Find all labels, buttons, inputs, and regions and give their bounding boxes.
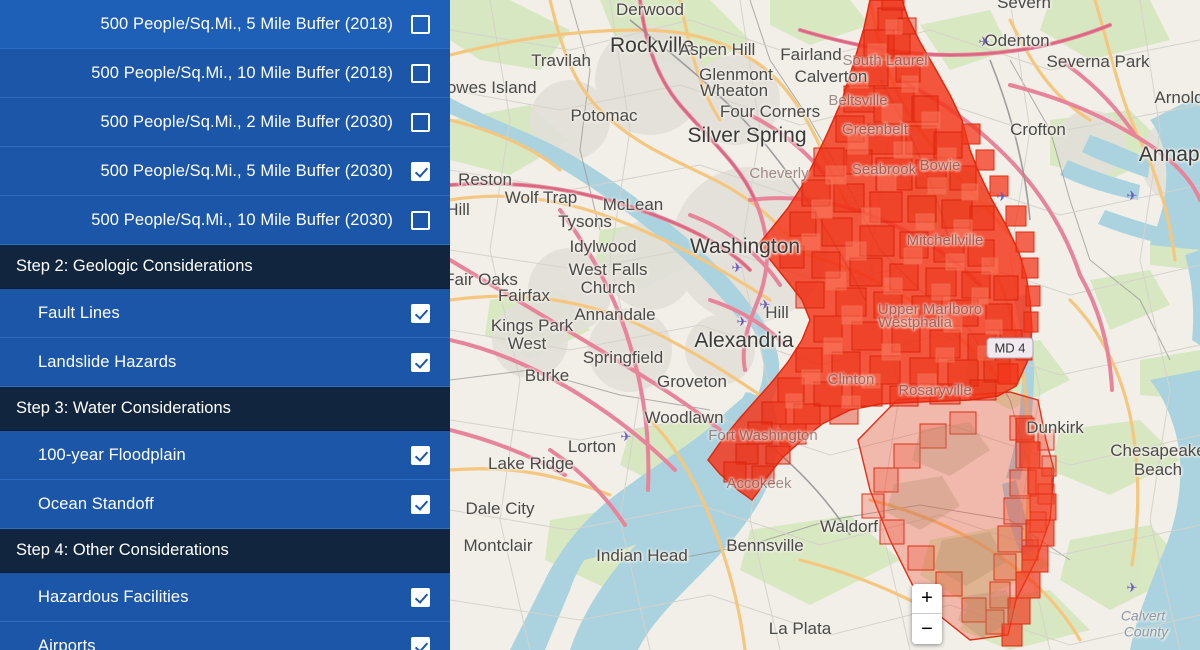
layer-label: Fault Lines: [38, 303, 120, 322]
layer-label: Landslide Hazards: [38, 352, 177, 371]
layer-500-2mi-2030[interactable]: 500 People/Sq.Mi., 2 Mile Buffer (2030): [0, 98, 450, 147]
layer-label: 500 People/Sq.Mi., 10 Mile Buffer (2030): [91, 210, 393, 229]
checkbox-unchecked[interactable]: [411, 210, 430, 230]
layer-500-10mi-2030[interactable]: 500 People/Sq.Mi., 10 Mile Buffer (2030): [0, 196, 450, 245]
zoom-out-button[interactable]: −: [912, 614, 942, 644]
section-header-step4: Step 4: Other Considerations: [0, 529, 450, 573]
layer-label: 500 People/Sq.Mi., 2 Mile Buffer (2030): [100, 112, 393, 131]
basemap-graphics: [450, 0, 1200, 650]
map-canvas[interactable]: Derwood Rockville Aspen Hill Fairland Severn…: [450, 0, 1200, 650]
layer-landslide-hazards[interactable]: Landslide Hazards: [0, 338, 450, 387]
layer-ocean-standoff[interactable]: Ocean Standoff: [0, 480, 450, 529]
application-root: 500 People/Sq.Mi., 5 Mile Buffer (2018) 5…: [0, 0, 1200, 650]
checkbox-checked[interactable]: [411, 494, 430, 514]
layer-500-10mi-2018[interactable]: 500 People/Sq.Mi., 10 Mile Buffer (2018): [0, 49, 450, 98]
layer-airports[interactable]: Airports: [0, 622, 450, 650]
layer-500-5mi-2018[interactable]: 500 People/Sq.Mi., 5 Mile Buffer (2018): [0, 0, 450, 49]
section-header-label: Step 3: Water Considerations: [16, 399, 231, 417]
layer-label: 500 People/Sq.Mi., 10 Mile Buffer (2018): [91, 63, 393, 82]
highway-shield: MD 4: [986, 337, 1034, 359]
layer-fault-lines[interactable]: Fault Lines: [0, 289, 450, 338]
checkbox-unchecked[interactable]: [411, 14, 430, 34]
checkbox-checked[interactable]: [411, 352, 430, 372]
checkbox-unchecked[interactable]: [411, 63, 430, 83]
layer-label: Airports: [38, 636, 96, 650]
section-header-step3: Step 3: Water Considerations: [0, 387, 450, 431]
checkbox-checked[interactable]: [411, 587, 430, 607]
checkbox-checked[interactable]: [411, 445, 430, 465]
layer-100-year-floodplain[interactable]: 100-year Floodplain: [0, 431, 450, 480]
layer-control-sidebar[interactable]: 500 People/Sq.Mi., 5 Mile Buffer (2018) 5…: [0, 0, 450, 650]
layer-label: 500 People/Sq.Mi., 5 Mile Buffer (2030): [100, 161, 393, 180]
section-header-step2: Step 2: Geologic Considerations: [0, 245, 450, 289]
layer-label: 500 People/Sq.Mi., 5 Mile Buffer (2018): [100, 14, 393, 33]
checkbox-checked[interactable]: [411, 636, 430, 650]
section-header-label: Step 2: Geologic Considerations: [16, 257, 253, 275]
layer-label: Ocean Standoff: [38, 494, 154, 513]
layer-label: Hazardous Facilities: [38, 587, 189, 606]
checkbox-checked[interactable]: [411, 303, 430, 323]
section-header-label: Step 4: Other Considerations: [16, 541, 229, 559]
layer-label: 100-year Floodplain: [38, 445, 186, 464]
checkbox-checked[interactable]: [411, 161, 430, 181]
map-zoom-controls[interactable]: + −: [912, 584, 942, 644]
layer-500-5mi-2030[interactable]: 500 People/Sq.Mi., 5 Mile Buffer (2030): [0, 147, 450, 196]
zoom-in-button[interactable]: +: [912, 584, 942, 614]
layer-hazardous-facilities[interactable]: Hazardous Facilities: [0, 573, 450, 622]
checkbox-unchecked[interactable]: [411, 112, 430, 132]
